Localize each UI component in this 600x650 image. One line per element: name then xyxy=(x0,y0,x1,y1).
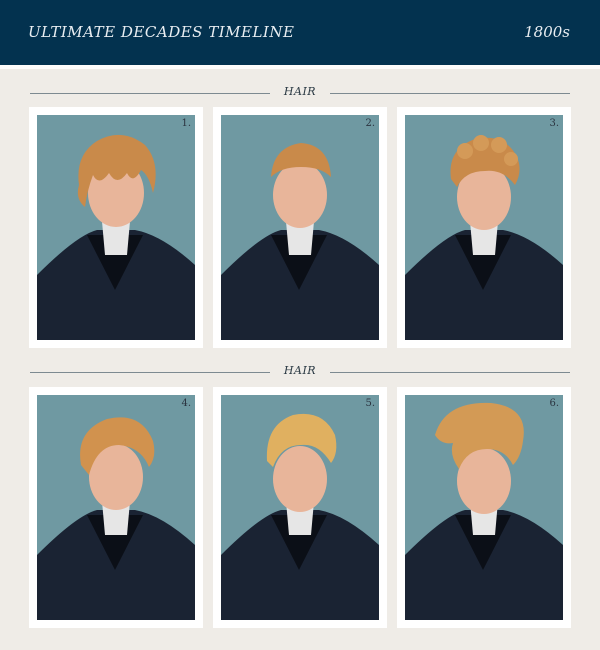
hair-card[interactable]: 2. xyxy=(213,107,387,348)
card-number: 1. xyxy=(181,118,191,129)
portrait-illustration xyxy=(37,417,195,620)
portrait-image xyxy=(221,395,379,620)
portrait-illustration xyxy=(37,134,195,340)
portrait-image xyxy=(405,115,563,340)
portrait-image xyxy=(405,395,563,620)
hair-card[interactable]: 3. xyxy=(397,107,571,348)
hair-card[interactable]: 6. xyxy=(397,387,571,628)
page-title: ULTIMATE DECADES TIMELINE xyxy=(28,23,295,41)
portrait-image xyxy=(37,115,195,340)
card-number: 5. xyxy=(365,398,375,409)
card-number: 4. xyxy=(181,398,191,409)
portrait-illustration xyxy=(221,143,379,340)
section-label: HAIR xyxy=(283,364,317,377)
portrait-illustration xyxy=(405,402,563,620)
portrait-image xyxy=(221,115,379,340)
hair-card[interactable]: 5. xyxy=(213,387,387,628)
rule-right xyxy=(330,93,570,94)
section-heading: HAIR xyxy=(30,364,570,380)
rule-right xyxy=(330,372,570,373)
portrait-illustration xyxy=(221,413,379,620)
section-label: HAIR xyxy=(283,85,317,98)
portrait-image xyxy=(37,395,195,620)
section-heading: HAIR xyxy=(30,85,570,101)
divider xyxy=(0,65,600,69)
card-number: 6. xyxy=(549,398,559,409)
page-header: ULTIMATE DECADES TIMELINE 1800s xyxy=(0,0,600,65)
hair-card[interactable]: 1. xyxy=(29,107,203,348)
portrait-illustration xyxy=(405,135,563,340)
card-number: 2. xyxy=(365,118,375,129)
card-number: 3. xyxy=(549,118,559,129)
decade-label: 1800s xyxy=(524,23,570,41)
hair-card[interactable]: 4. xyxy=(29,387,203,628)
